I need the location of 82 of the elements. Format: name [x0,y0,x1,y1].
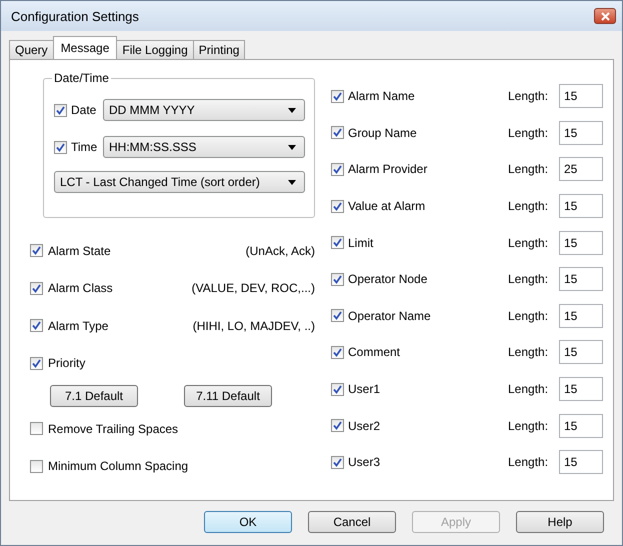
checkbox-label: Operator Node [348,272,428,286]
checkbox[interactable] [331,419,344,432]
field-label: Length: [508,455,550,470]
dialog-button[interactable]: OK [204,511,292,533]
checkbox-label: Alarm State [48,244,111,258]
field-label: Length: [508,199,550,214]
caret-icon [288,144,296,150]
checkbox-label: Alarm Type [48,318,108,333]
caret-icon [288,180,296,184]
caret-icon [288,108,296,112]
input-field[interactable]: 15 [559,84,603,108]
input-field[interactable]: 15 [559,450,603,474]
checkbox[interactable] [331,126,344,140]
dropdown[interactable]: HH:MM:SS.SSS [103,136,305,158]
input-field[interactable]: 15 [559,414,603,438]
checkbox-label: Operator Name [348,308,432,323]
tab[interactable]: Message [52,36,118,59]
checkbox[interactable] [54,140,67,154]
field-label: Length: [508,272,550,286]
field-label: Length: [508,236,550,250]
input-field[interactable]: 15 [559,304,603,328]
hint-text: (HIHI, LO, MAJDEV, ..) [192,318,315,333]
checkbox[interactable] [30,460,43,473]
default-button[interactable]: 7.1 Default [50,385,138,407]
hint-text: (VALUE, DEV, ROC,...) [192,281,315,296]
input-field[interactable]: 15 [559,377,603,402]
field-label: Length: [508,418,550,433]
checkbox[interactable] [331,346,344,359]
field-label: Length: [508,162,550,176]
field-label: Length: [508,89,550,104]
input-field[interactable]: 15 [559,267,603,292]
checkbox-label: User2 [348,418,382,433]
checkbox[interactable] [331,162,344,176]
checkbox-label: Limit [348,236,374,250]
checkbox-label: Minimum Column Spacing [48,459,188,474]
tab[interactable]: File Logging [116,40,194,59]
checkbox-label: Priority [48,356,86,370]
checkbox[interactable] [30,282,43,295]
input-field[interactable]: 15 [559,340,603,364]
checkbox-label: Date [71,103,98,117]
input-field[interactable]: 15 [559,120,603,145]
hint-text: (UnAck, Ack) [246,244,315,258]
tab[interactable]: Query [9,40,54,59]
checkbox-label: Remove Trailing Spaces [48,422,178,436]
checkbox[interactable] [30,244,43,258]
checkbox-label: Alarm Provider [348,162,428,176]
checkbox-label: Group Name [348,126,418,140]
checkbox-label: Comment [348,345,402,360]
checkbox[interactable] [30,319,43,332]
dialog-button[interactable]: Cancel [308,511,396,533]
close-button[interactable] [594,8,616,24]
dropdown[interactable]: LCT - Last Changed Time (sort order) [54,171,305,193]
checkbox[interactable] [331,309,344,322]
checkbox[interactable] [331,90,344,103]
checkbox-label: User3 [348,455,382,470]
close-icon [600,12,610,20]
field-label: Length: [508,382,550,396]
checkbox[interactable] [54,104,67,116]
checkbox-label: Alarm Name [348,89,416,104]
checkbox[interactable] [331,272,344,286]
field-label: Length: [508,345,550,360]
checkbox[interactable] [30,422,43,436]
checkbox[interactable] [331,456,344,469]
default-button[interactable]: 7.11 Default [184,385,272,407]
input-field[interactable]: 25 [559,157,603,182]
checkbox-label: Alarm Class [48,281,113,296]
checkbox-label: Time [71,140,98,154]
window-title: Configuration Settings [11,8,139,24]
group-legend: Date/Time [52,71,111,85]
checkbox[interactable] [30,356,43,370]
dropdown[interactable]: DD MMM YYYY [103,99,305,121]
checkbox[interactable] [331,382,344,396]
input-field[interactable]: 15 [559,230,603,255]
checkbox-label: Value at Alarm [348,199,426,214]
input-field[interactable]: 15 [559,194,603,218]
tab[interactable]: Printing [192,40,246,59]
field-label: Length: [508,126,550,140]
field-label: Length: [508,308,550,323]
checkbox[interactable] [331,236,344,250]
checkbox-label: User1 [348,382,382,396]
checkbox[interactable] [331,200,344,213]
dialog-button[interactable]: Help [516,511,604,533]
